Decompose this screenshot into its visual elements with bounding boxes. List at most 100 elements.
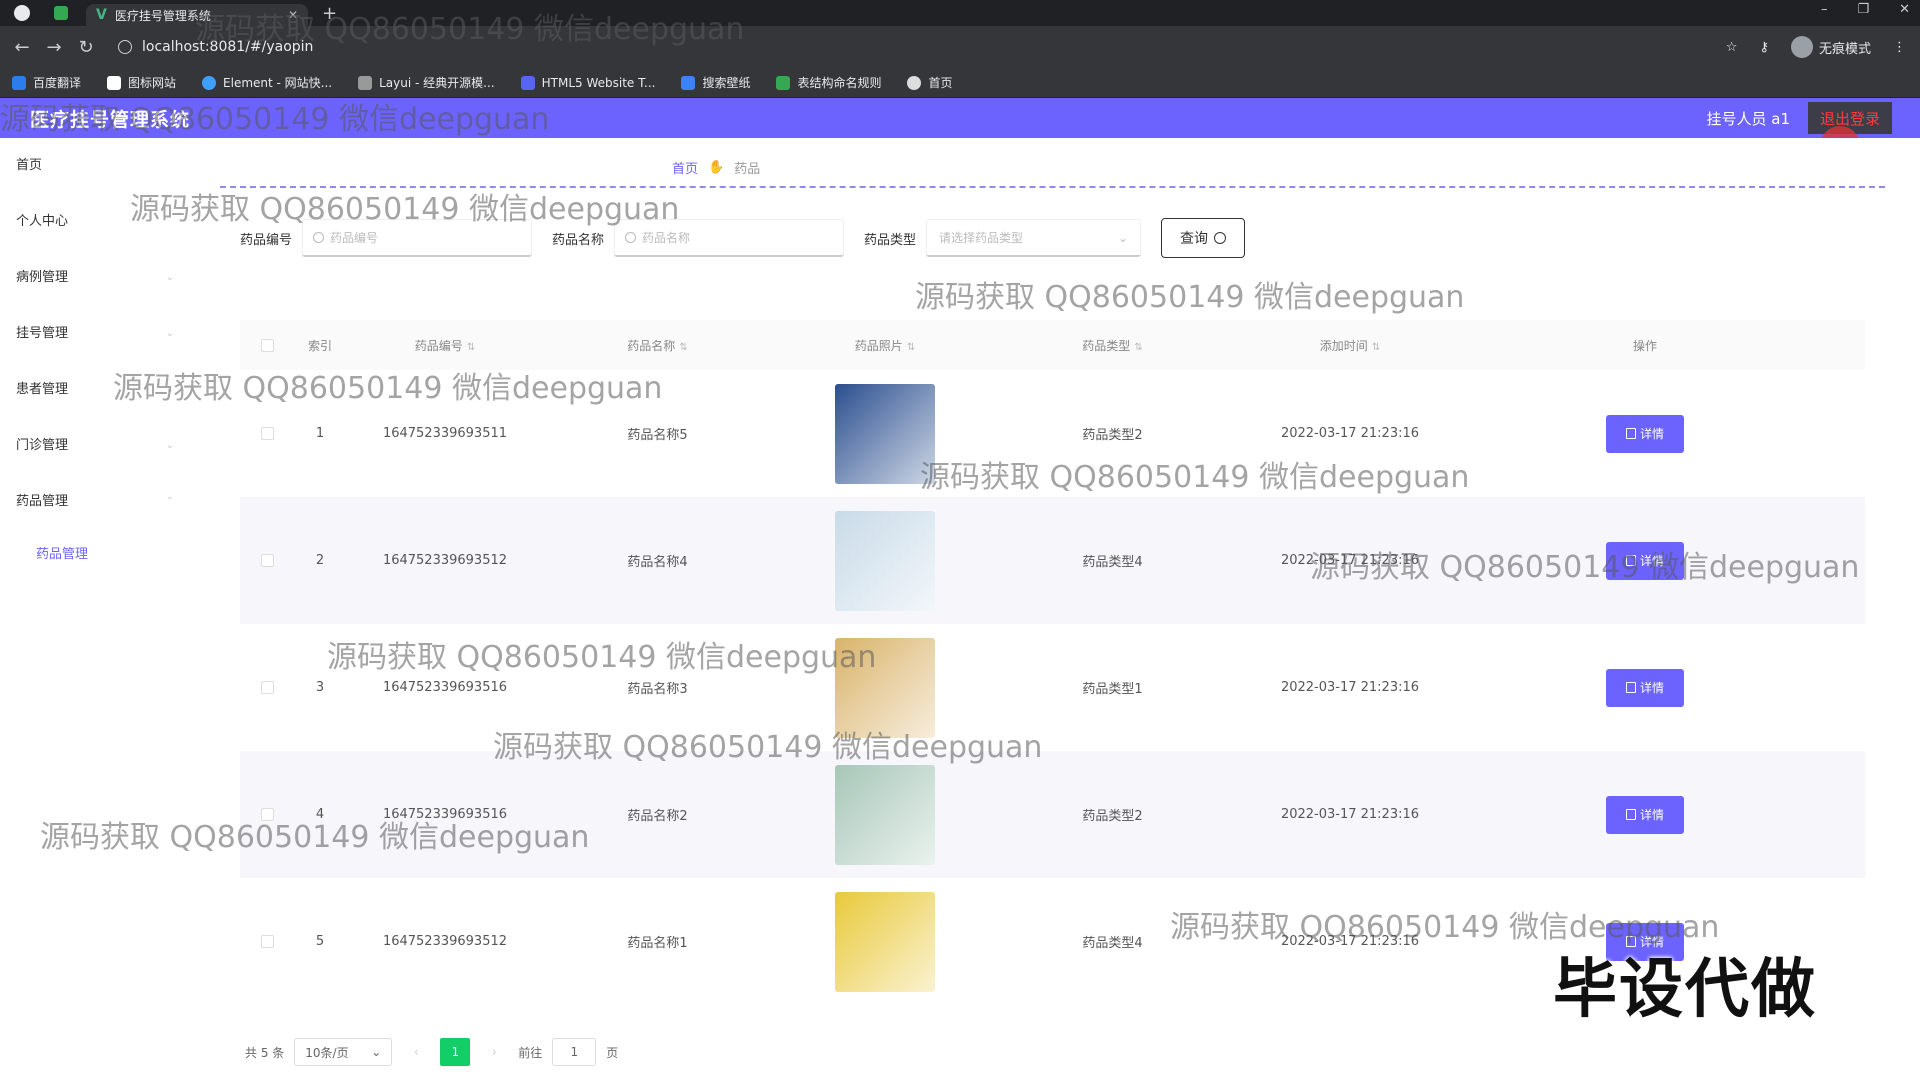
minimize-icon[interactable]: – bbox=[1821, 2, 1828, 17]
restore-icon[interactable]: ❐ bbox=[1857, 2, 1869, 17]
column-header-name[interactable]: 药品名称 ⇅ bbox=[545, 337, 770, 354]
row-checkbox[interactable] bbox=[261, 681, 274, 694]
document-icon bbox=[1625, 682, 1636, 693]
sort-icon: ⇅ bbox=[1371, 341, 1381, 353]
detail-button[interactable]: 详情 bbox=[1606, 541, 1684, 580]
row-checkbox[interactable] bbox=[261, 554, 274, 567]
sidebar-subitem-medicine[interactable]: 药品管理 bbox=[0, 530, 200, 580]
column-header-code[interactable]: 药品编号 ⇅ bbox=[345, 337, 545, 354]
prev-page-icon[interactable]: ‹ bbox=[402, 1038, 430, 1066]
cell-type: 药品类型4 bbox=[1082, 555, 1143, 570]
medicine-photo[interactable] bbox=[835, 891, 935, 992]
chevron-down-icon: ⌄ bbox=[371, 1045, 382, 1059]
document-icon bbox=[1625, 555, 1636, 566]
chevron-up-icon: ⌃ bbox=[165, 496, 174, 507]
column-header-time[interactable]: 添加时间 ⇅ bbox=[1225, 337, 1475, 354]
chevron-down-icon: ⌄ bbox=[1117, 230, 1129, 245]
document-icon bbox=[1625, 428, 1636, 439]
key-icon[interactable]: ⚷ bbox=[1759, 40, 1769, 55]
address-bar: ← → ↻ localhost:8081/#/yaopin ☆ ⚷ 无痕模式 ⋮ bbox=[0, 26, 1920, 68]
cell-type: 药品类型2 bbox=[1082, 428, 1143, 443]
cell-code: 164752339693512 bbox=[382, 934, 508, 949]
select-all-checkbox[interactable] bbox=[261, 338, 274, 352]
cell-code: 164752339693511 bbox=[382, 426, 508, 441]
medicine-table: 索引 药品编号 ⇅ 药品名称 ⇅ 药品照片 ⇅ 药品类型 ⇅ 添加时间 ⇅ 操作 1 16… bbox=[240, 320, 1865, 1005]
cell-name: 药品名称3 bbox=[627, 682, 688, 697]
name-input[interactable]: 药品名称 bbox=[614, 219, 845, 257]
new-tab-icon[interactable]: + bbox=[322, 3, 337, 24]
cell-name: 药品名称1 bbox=[627, 936, 688, 951]
browser-tab-active[interactable]: V 医疗挂号管理系统 ✕ bbox=[86, 4, 308, 26]
close-tab-icon[interactable]: ✕ bbox=[288, 8, 298, 22]
detail-button[interactable]: 详情 bbox=[1606, 668, 1684, 707]
query-button[interactable]: 查询 bbox=[1161, 218, 1246, 258]
bookmark-item[interactable]: 百度翻译 bbox=[12, 74, 81, 91]
cell-time: 2022-03-17 21:23:16 bbox=[1280, 553, 1420, 568]
hand-icon: ✋ bbox=[708, 160, 725, 175]
medicine-photo[interactable] bbox=[835, 764, 935, 865]
row-checkbox[interactable] bbox=[261, 808, 274, 821]
detail-button[interactable]: 详情 bbox=[1606, 414, 1684, 453]
incognito-profile[interactable]: 无痕模式 bbox=[1790, 36, 1871, 58]
reload-icon[interactable]: ↻ bbox=[76, 37, 96, 58]
sort-icon: ⇅ bbox=[906, 341, 916, 353]
url-field[interactable]: localhost:8081/#/yaopin bbox=[118, 32, 1726, 62]
next-page-icon[interactable]: › bbox=[480, 1038, 508, 1066]
sidebar-item-cases[interactable]: 病例管理 ⌄ bbox=[0, 250, 200, 306]
chevron-down-icon: ⌄ bbox=[165, 440, 174, 451]
bookmark-item[interactable]: 表结构命名规则 bbox=[776, 74, 881, 91]
cell-name: 药品名称4 bbox=[627, 555, 688, 570]
cell-code: 164752339693516 bbox=[382, 807, 508, 822]
sidebar-item-patients[interactable]: 患者管理 ⌄ bbox=[0, 362, 200, 418]
bookmark-item[interactable]: 首页 bbox=[907, 74, 953, 91]
sidebar-item-registration[interactable]: 挂号管理 ⌄ bbox=[0, 306, 200, 362]
bookmark-star-icon[interactable]: ☆ bbox=[1726, 40, 1738, 55]
column-header-photo[interactable]: 药品照片 ⇅ bbox=[770, 337, 1000, 354]
row-checkbox[interactable] bbox=[261, 427, 274, 440]
back-icon[interactable]: ← bbox=[12, 37, 32, 58]
close-window-icon[interactable]: ✕ bbox=[1899, 2, 1910, 17]
cell-time: 2022-03-17 21:23:16 bbox=[1280, 426, 1420, 441]
table-body: 1 164752339693511 药品名称5 药品类型2 2022-03-17… bbox=[240, 370, 1865, 1005]
chevron-down-icon: ⌄ bbox=[165, 384, 174, 395]
cell-index: 4 bbox=[315, 807, 325, 822]
bookmark-item[interactable]: 图标网站 bbox=[107, 74, 176, 91]
column-header-index: 索引 bbox=[307, 338, 332, 353]
type-select[interactable]: 请选择药品类型 ⌄ bbox=[926, 219, 1142, 257]
bookmark-item[interactable]: Layui - 经典开源模... bbox=[358, 74, 495, 91]
incognito-label: 无痕模式 bbox=[1818, 41, 1871, 57]
breadcrumb-current: 药品 bbox=[734, 162, 761, 177]
cell-type: 药品类型2 bbox=[1082, 809, 1143, 824]
forward-icon[interactable]: → bbox=[44, 37, 64, 58]
flag-icon bbox=[107, 75, 122, 90]
goto-page-input[interactable]: 1 bbox=[552, 1038, 597, 1066]
row-checkbox[interactable] bbox=[261, 935, 274, 948]
code-input[interactable]: 药品编号 bbox=[302, 219, 533, 257]
page-size-select[interactable]: 10条/页 ⌄ bbox=[294, 1038, 393, 1066]
sidebar-item-home[interactable]: 首页 bbox=[0, 138, 200, 194]
medicine-photo[interactable] bbox=[835, 637, 935, 738]
page-number-active[interactable]: 1 bbox=[440, 1038, 471, 1066]
sidebar-item-medicine[interactable]: 药品管理 ⌃ bbox=[0, 474, 200, 530]
column-header-type[interactable]: 药品类型 ⇅ bbox=[1000, 337, 1225, 354]
code-label: 药品编号 bbox=[240, 232, 293, 248]
sort-icon: ⇅ bbox=[1134, 341, 1143, 353]
translate-icon bbox=[12, 75, 26, 90]
pinned-tab-icon[interactable] bbox=[54, 6, 68, 20]
cell-type: 药品类型4 bbox=[1082, 936, 1143, 951]
vue-logo-icon: V bbox=[96, 7, 107, 23]
layui-icon bbox=[358, 75, 373, 90]
browser-more-icon[interactable]: ⋮ bbox=[1893, 40, 1906, 55]
current-user: 挂号人员 a1 bbox=[1706, 110, 1790, 128]
medicine-photo[interactable] bbox=[835, 383, 935, 484]
bookmark-item[interactable]: Element - 网站快... bbox=[202, 74, 332, 91]
bookmark-item[interactable]: 搜索壁纸 bbox=[681, 74, 750, 91]
breadcrumb-home[interactable]: 首页 bbox=[672, 158, 698, 177]
bookmark-item[interactable]: HTML5 Website T... bbox=[520, 75, 655, 90]
medicine-photo[interactable] bbox=[835, 510, 935, 611]
detail-button[interactable]: 详情 bbox=[1606, 795, 1684, 834]
sidebar-item-clinic[interactable]: 门诊管理 ⌄ bbox=[0, 418, 200, 474]
browser-menu-icon[interactable] bbox=[14, 5, 30, 21]
site-info-icon[interactable] bbox=[118, 40, 132, 54]
sidebar-item-profile[interactable]: 个人中心 bbox=[0, 194, 200, 250]
